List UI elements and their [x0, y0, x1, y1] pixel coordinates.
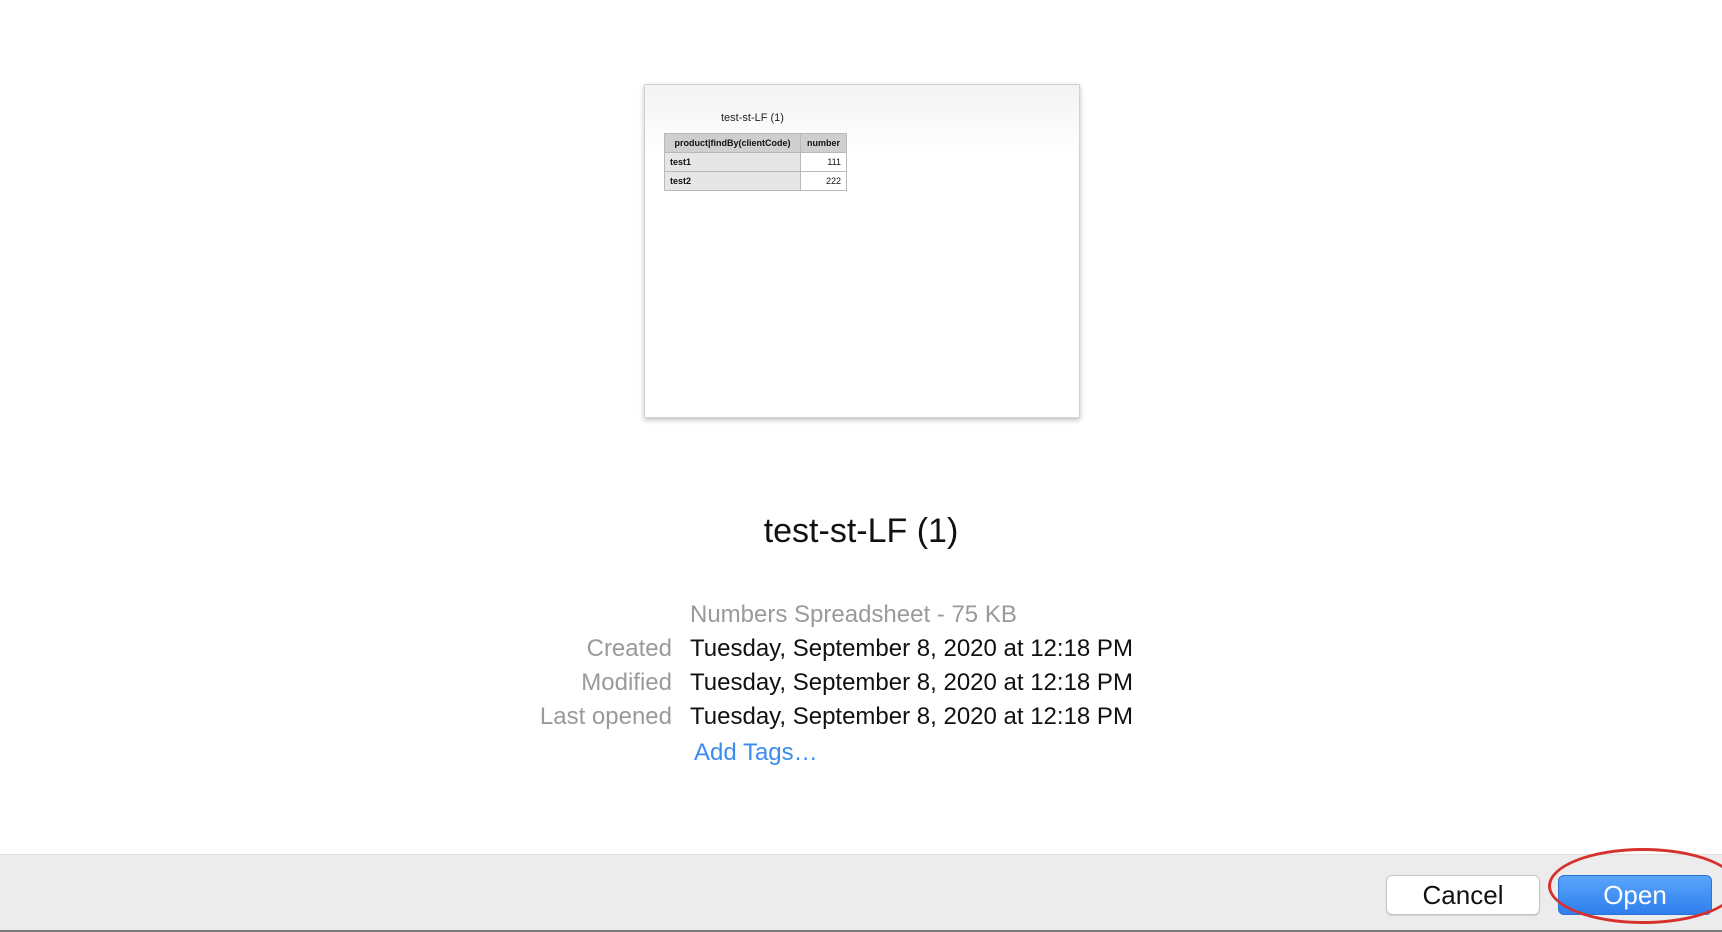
file-info: Numbers Spreadsheet - 75 KB Created Tues…	[450, 598, 1250, 768]
file-kind-size: Numbers Spreadsheet - 75 KB	[690, 601, 1017, 628]
sheet-cell: 222	[800, 171, 847, 191]
info-value: Tuesday, September 8, 2020 at 12:18 PM	[690, 669, 1133, 696]
sheet-row: test1 111	[664, 152, 847, 172]
file-name-title: test-st-LF (1)	[763, 512, 959, 550]
sheet-row: test2 222	[664, 171, 847, 191]
add-tags-link[interactable]: Add Tags…	[690, 736, 818, 768]
sheet-cell: 111	[800, 152, 847, 172]
sheet-cell: test1	[664, 152, 801, 172]
info-value: Tuesday, September 8, 2020 at 12:18 PM	[690, 635, 1133, 662]
cancel-button[interactable]: Cancel	[1386, 875, 1540, 915]
sheet-table: product|findBy(clientCode) number test1 …	[664, 133, 847, 191]
info-label: Last opened	[539, 703, 672, 730]
dialog-button-bar: Cancel Open	[0, 854, 1722, 932]
info-row-last-opened: Last opened Tuesday, September 8, 2020 a…	[450, 700, 1250, 734]
sheet-header-row: product|findBy(clientCode) number	[664, 133, 847, 153]
info-label: Modified	[581, 669, 672, 696]
open-button[interactable]: Open	[1558, 875, 1712, 915]
info-label: Created	[586, 635, 672, 662]
info-row-modified: Modified Tuesday, September 8, 2020 at 1…	[450, 666, 1250, 700]
sheet-title: test-st-LF (1)	[721, 112, 784, 124]
sheet-header-cell: number	[800, 133, 847, 153]
file-open-dialog: test-st-LF (1) product|findBy(clientCode…	[0, 0, 1722, 932]
file-preview-thumbnail: test-st-LF (1) product|findBy(clientCode…	[644, 84, 1080, 418]
info-row-kind: Numbers Spreadsheet - 75 KB	[450, 598, 1250, 632]
sheet-cell: test2	[664, 171, 801, 191]
info-row-tags: Add Tags…	[450, 734, 1250, 768]
info-label-spacer	[450, 598, 690, 632]
info-row-created: Created Tuesday, September 8, 2020 at 12…	[450, 632, 1250, 666]
info-value: Tuesday, September 8, 2020 at 12:18 PM	[690, 703, 1133, 730]
info-label-spacer	[450, 734, 690, 768]
sheet-header-cell: product|findBy(clientCode)	[664, 133, 801, 153]
